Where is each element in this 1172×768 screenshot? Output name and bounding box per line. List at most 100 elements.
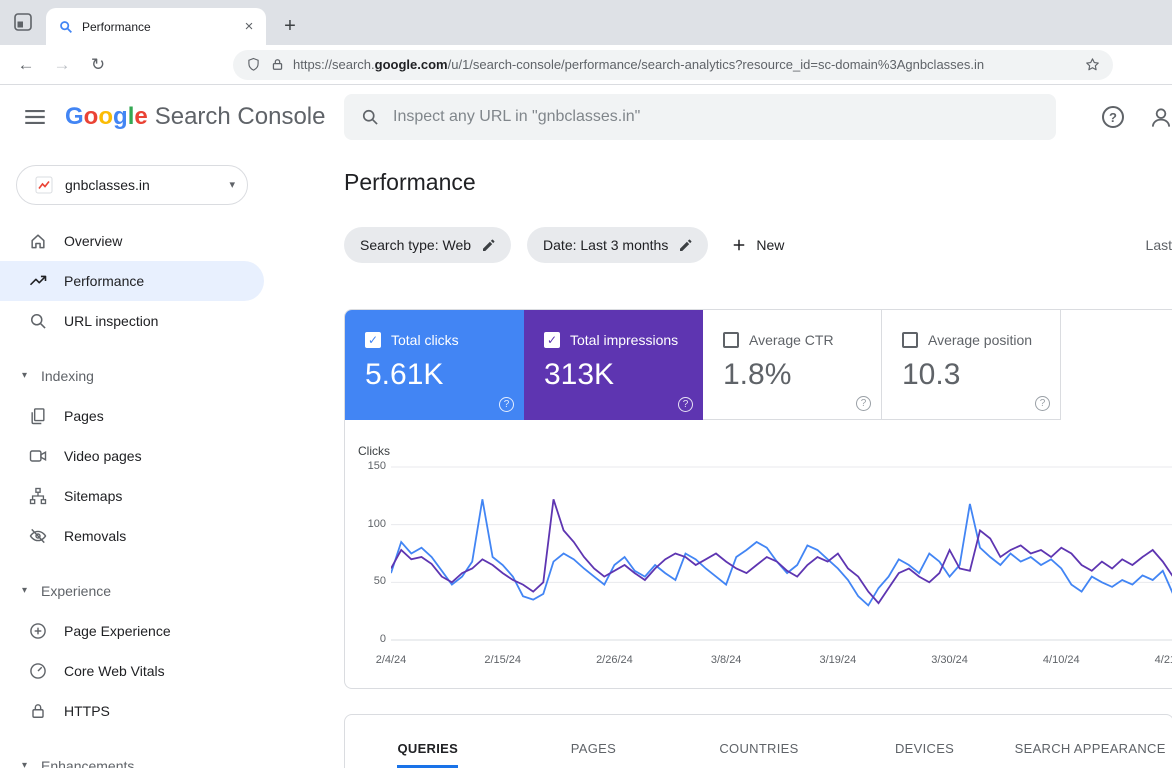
sidebar-section-indexing[interactable]: ▾ Indexing [0, 356, 264, 396]
pencil-icon[interactable] [481, 237, 497, 253]
plus-icon [730, 236, 748, 254]
lock-icon[interactable] [270, 57, 285, 72]
chart-x-tick: 2/4/24 [359, 654, 423, 666]
sidebar-item-performance[interactable]: Performance [0, 261, 264, 301]
chart-x-tick: 3/8/24 [694, 654, 758, 666]
series-clicks [391, 499, 1172, 605]
property-name: gnbclasses.in [65, 177, 229, 193]
page-title: Performance [344, 169, 1172, 196]
magnifier-icon [28, 311, 48, 331]
average-position-card[interactable]: Average position 10.3 ? [882, 310, 1061, 420]
back-icon[interactable]: ← [12, 51, 40, 79]
collapse-caret-icon: ▾ [22, 761, 32, 768]
sidebar-item-sitemaps[interactable]: Sitemaps [0, 476, 264, 516]
new-tab-button[interactable]: + [276, 12, 304, 40]
last-updated-text: Last [1146, 237, 1172, 253]
tab-title: Performance [82, 20, 240, 34]
property-selector[interactable]: gnbclasses.in ▾ [16, 165, 248, 205]
home-icon [28, 231, 48, 251]
chart-x-tick: 2/26/24 [582, 654, 646, 666]
sidebar-item-removals[interactable]: Removals [0, 516, 264, 556]
help-tooltip-icon[interactable]: ? [1035, 396, 1050, 411]
chart-x-tick: 4/21/24 [1141, 654, 1172, 666]
total-clicks-checkbox[interactable]: ✓ [365, 332, 381, 348]
forward-icon[interactable]: → [48, 51, 76, 79]
sidebar-item-core-web-vitals[interactable]: Core Web Vitals [0, 651, 264, 691]
collapse-caret-icon: ▾ [22, 586, 32, 596]
sidebar-item-https[interactable]: HTTPS [0, 691, 264, 731]
total-impressions-checkbox[interactable]: ✓ [544, 332, 560, 348]
google-logo: Google [65, 103, 148, 131]
lock-icon [28, 701, 48, 721]
main-content: Performance Search type: Web Date: Last … [264, 149, 1172, 768]
pencil-icon[interactable] [678, 237, 694, 253]
average-ctr-card[interactable]: Average CTR 1.8% ? [703, 310, 882, 420]
sidebar-section-enhancements[interactable]: ▾ Enhancements [0, 746, 264, 768]
total-clicks-card[interactable]: ✓ Total clicks 5.61K ? [345, 310, 524, 420]
chart-y-axis-label: Clicks [358, 444, 390, 458]
sidebar: gnbclasses.in ▾ Overview Performance [0, 149, 264, 768]
tab-devices[interactable]: DEVICES [842, 741, 1008, 768]
reload-icon[interactable]: ↻ [84, 51, 112, 79]
account-icon[interactable] [1148, 105, 1172, 131]
url-inspect-search[interactable] [344, 94, 1056, 140]
performance-report-card: ✓ Total clicks 5.61K ? ✓ Total impressio… [344, 309, 1172, 689]
bookmark-star-icon[interactable] [1084, 56, 1101, 73]
clicks-chart: Clicks 0501001502/4/242/15/242/26/243/8/… [345, 420, 1172, 689]
series-impressions-scaled- [391, 499, 1172, 603]
search-console-favicon [58, 19, 74, 35]
help-tooltip-icon[interactable]: ? [856, 396, 871, 411]
app-header: Google Search Console ? [0, 85, 1172, 149]
chart-x-tick: 2/15/24 [471, 654, 535, 666]
help-tooltip-icon[interactable]: ? [678, 397, 693, 412]
dimension-tabs: QUERIES PAGES COUNTRIES DEVICES SEARCH A… [345, 715, 1172, 768]
sidebar-item-overview[interactable]: Overview [0, 221, 264, 261]
metric-cards-row: ✓ Total clicks 5.61K ? ✓ Total impressio… [345, 310, 1172, 420]
chart-y-tick: 100 [345, 518, 386, 530]
tab-countries[interactable]: COUNTRIES [676, 741, 842, 768]
performance-line-chart [391, 460, 1172, 645]
property-favicon [35, 176, 53, 194]
eye-off-icon [28, 526, 48, 546]
dimensions-card: QUERIES PAGES COUNTRIES DEVICES SEARCH A… [344, 714, 1172, 768]
sidebar-item-url-inspection[interactable]: URL inspection [0, 301, 264, 341]
tab-queries[interactable]: QUERIES [345, 741, 511, 768]
hamburger-menu-icon[interactable] [22, 104, 48, 130]
sidebar-section-experience[interactable]: ▾ Experience [0, 571, 264, 611]
trending-up-icon [28, 271, 48, 291]
browser-tab[interactable]: Performance × [46, 8, 266, 45]
app-logo: Google Search Console [65, 103, 325, 131]
tab-pages[interactable]: PAGES [511, 741, 677, 768]
help-tooltip-icon[interactable]: ? [499, 397, 514, 412]
sidebar-item-page-experience[interactable]: Page Experience [0, 611, 264, 651]
tab-search-appearance[interactable]: SEARCH APPEARANCE [1007, 741, 1172, 768]
browser-toolbar: ← → ↻ https://search.google.com/u/1/sear… [0, 45, 1172, 85]
average-position-checkbox[interactable] [902, 332, 918, 348]
help-icon[interactable]: ? [1102, 106, 1124, 128]
date-filter-chip[interactable]: Date: Last 3 months [527, 227, 708, 263]
sitemap-icon [28, 486, 48, 506]
shield-icon[interactable] [245, 56, 262, 73]
tab-close-icon[interactable]: × [240, 18, 258, 36]
sidebar-item-video-pages[interactable]: Video pages [0, 436, 264, 476]
chevron-down-icon: ▾ [229, 180, 235, 191]
filter-row: Search type: Web Date: Last 3 months New… [344, 227, 1172, 263]
chart-x-tick: 4/10/24 [1029, 654, 1093, 666]
search-type-filter-chip[interactable]: Search type: Web [344, 227, 511, 263]
chart-y-tick: 150 [345, 460, 386, 472]
address-bar[interactable]: https://search.google.com/u/1/search-con… [233, 50, 1113, 80]
chart-x-tick: 3/30/24 [918, 654, 982, 666]
collapse-caret-icon: ▾ [22, 371, 32, 381]
new-filter-button[interactable]: New [730, 236, 784, 254]
browser-tab-strip: Performance × + [0, 0, 1172, 45]
chart-y-tick: 0 [345, 633, 386, 645]
total-impressions-card[interactable]: ✓ Total impressions 313K ? [524, 310, 703, 420]
average-ctr-checkbox[interactable] [723, 332, 739, 348]
plus-circle-icon [28, 621, 48, 641]
chart-x-tick: 3/19/24 [806, 654, 870, 666]
search-input[interactable] [393, 108, 1040, 126]
sidebar-item-pages[interactable]: Pages [0, 396, 264, 436]
window-icon[interactable] [11, 10, 35, 34]
search-icon [360, 107, 380, 127]
gauge-icon [28, 661, 48, 681]
